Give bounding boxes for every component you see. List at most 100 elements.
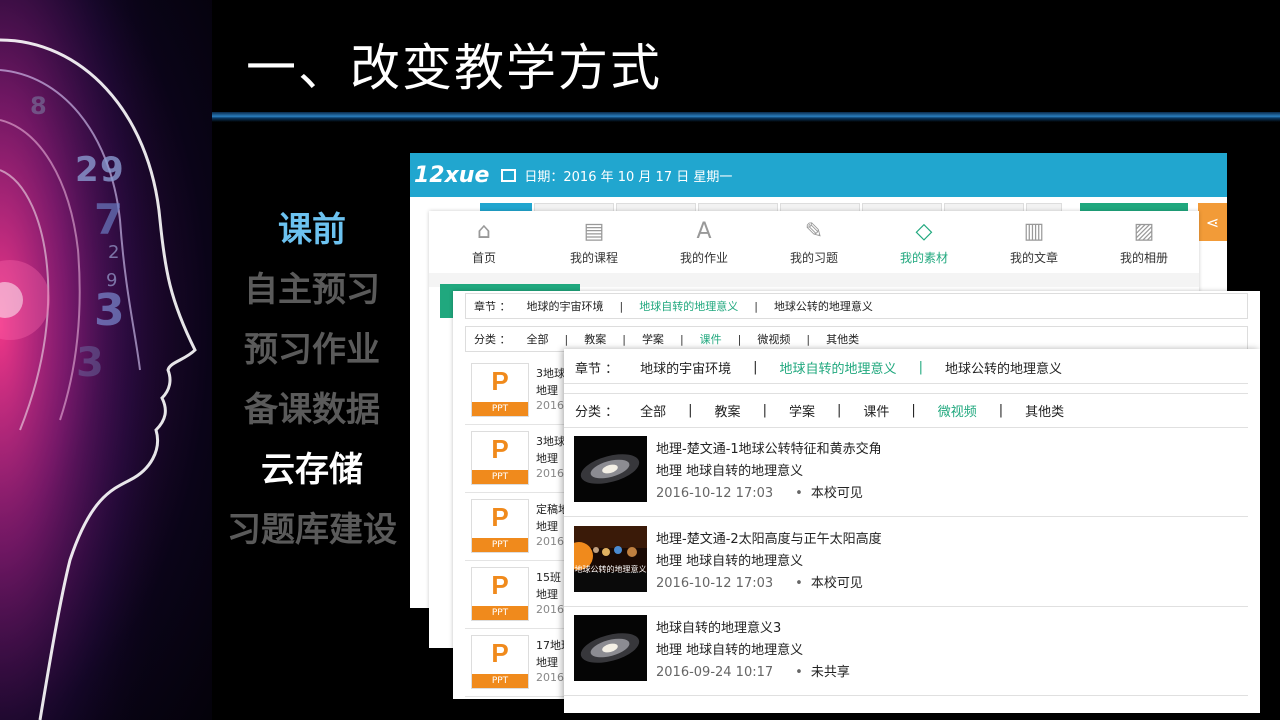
chapter-option-active[interactable]: 地球自转的地理意义	[639, 298, 738, 314]
item-date: 2016	[536, 399, 564, 412]
slide-title: 一、改变教学方式	[246, 39, 662, 97]
ppt-file-icon: P PPT	[471, 567, 529, 621]
video-title[interactable]: 地理-楚文通-2太阳高度与正午太阳高度	[656, 528, 882, 547]
category-option[interactable]: 全部	[527, 331, 549, 347]
separator: |	[998, 402, 1004, 418]
separator: |	[753, 359, 758, 375]
title-divider	[212, 112, 1280, 122]
art-digit: 3	[94, 285, 125, 336]
site-logo[interactable]: 12xue	[414, 163, 489, 188]
album-icon: ▨	[1133, 219, 1155, 244]
share-button[interactable]: ⋖	[1198, 203, 1227, 241]
chapter-option[interactable]: 地球公转的地理意义	[945, 358, 1062, 377]
item-title[interactable]: 3地球	[536, 433, 565, 449]
nav-my-articles[interactable]: ▥ 我的文章	[979, 211, 1089, 273]
video-item[interactable]: 地理-楚文通-1地球公转特征和黄赤交角 地理 地球自转的地理意义 2016-10…	[564, 427, 1248, 517]
category-option-active[interactable]: 微视频	[938, 401, 977, 420]
separator: |	[688, 402, 693, 418]
video-visibility: 未共享	[810, 665, 850, 680]
materials-icon: ◇	[915, 219, 933, 244]
menu-item-preview-homework[interactable]: 预习作业	[212, 320, 412, 380]
ppt-badge: PPT	[472, 538, 528, 552]
item-title[interactable]: 15班	[536, 569, 561, 585]
category-option[interactable]: 全部	[640, 401, 666, 420]
video-item[interactable]: 地球公转的地理意义 地理-楚文通-2太阳高度与正午太阳高度 地理 地球自转的地理…	[564, 517, 1248, 607]
nav-home[interactable]: ⌂ 首页	[429, 211, 539, 273]
video-thumbnail[interactable]	[574, 615, 647, 681]
category-option[interactable]: 其他类	[826, 331, 859, 347]
chapter-filter: 章节 ： 地球的宇宙环境 | 地球自转的地理意义 | 地球公转的地理意义	[564, 350, 1248, 384]
separator-dot: •	[795, 576, 803, 591]
category-option[interactable]: 学案	[642, 331, 664, 347]
main-nav: ⌂ 首页 ▤ 我的课程 A 我的作业 ✎ 我的习题 ◇ 我的素材 ▥ 我的文章 ▨ 我的相册	[429, 211, 1199, 273]
category-option[interactable]: 教案	[584, 331, 606, 347]
video-thumbnail[interactable]: 地球公转的地理意义	[574, 526, 647, 592]
menu-item-self-preview[interactable]: 自主预习	[212, 260, 412, 320]
separator: |	[564, 332, 569, 346]
video-subject: 地理 地球自转的地理意义	[656, 643, 804, 658]
menu-item-pre-class[interactable]: 课前	[212, 200, 412, 260]
menu-item-lesson-data[interactable]: 备课数据	[212, 380, 412, 440]
separator: |	[918, 359, 923, 375]
menu-item-question-bank[interactable]: 习题库建设	[212, 500, 412, 560]
video-visibility: 本校可见	[810, 486, 863, 501]
separator: |	[622, 332, 626, 346]
video-title[interactable]: 地理-楚文通-1地球公转特征和黄赤交角	[656, 438, 882, 457]
slide-menu: 课前 自主预习 预习作业 备课数据 云存储 习题库建设	[212, 200, 412, 560]
video-date: 2016-10-12 17:03	[656, 486, 774, 501]
nav-my-courses[interactable]: ▤ 我的课程	[539, 211, 649, 273]
course-icon: ▤	[583, 219, 605, 244]
chapter-option[interactable]: 地球的宇宙环境	[640, 358, 731, 377]
separator: |	[762, 402, 767, 418]
category-option[interactable]: 教案	[715, 401, 741, 420]
nav-label: 我的文章	[1009, 251, 1058, 265]
nav-my-homework[interactable]: A 我的作业	[649, 211, 759, 273]
nav-label: 我的素材	[899, 251, 948, 265]
separator: |	[619, 299, 624, 313]
video-visibility: 本校可见	[810, 576, 863, 591]
category-label: 分类 ：	[575, 404, 619, 420]
nav-label: 我的习题	[789, 251, 838, 265]
nav-my-materials[interactable]: ◇ 我的素材	[869, 211, 979, 273]
nav-label: 首页	[471, 251, 496, 265]
video-thumbnail[interactable]	[574, 436, 647, 502]
separator: |	[836, 402, 842, 418]
video-meta: 2016-10-12 17:03 • 本校可见	[656, 482, 863, 501]
nav-label: 我的相册	[1119, 251, 1168, 265]
nav-my-album[interactable]: ▨ 我的相册	[1089, 211, 1199, 273]
menu-item-cloud-storage[interactable]: 云存储	[212, 440, 412, 500]
ppt-letter: P	[491, 638, 509, 668]
screenshot-panel-videos: 章节 ： 地球的宇宙环境 | 地球自转的地理意义 | 地球公转的地理意义 分类 …	[564, 349, 1260, 713]
chapter-filter: 章节 ： 地球的宇宙环境 | 地球自转的地理意义 | 地球公转的地理意义	[465, 293, 1248, 319]
item-title[interactable]: 3地球	[536, 365, 565, 381]
chapter-label: 章节 ：	[575, 361, 619, 377]
chapter-option[interactable]: 地球的宇宙环境	[527, 298, 604, 314]
ppt-letter: P	[491, 366, 509, 396]
art-digit: 2	[75, 150, 99, 190]
nav-my-exercises[interactable]: ✎ 我的习题	[759, 211, 869, 273]
ppt-badge: PPT	[472, 470, 528, 484]
category-option[interactable]: 课件	[863, 401, 889, 420]
ppt-file-icon: P PPT	[471, 635, 529, 689]
video-title[interactable]: 地球自转的地理意义3	[656, 617, 781, 636]
home-icon: ⌂	[477, 219, 491, 244]
category-option-active[interactable]: 课件	[700, 331, 722, 347]
separator-dot: •	[795, 486, 803, 501]
chapter-option-active[interactable]: 地球自转的地理意义	[780, 358, 897, 377]
homework-icon: A	[696, 219, 712, 244]
ppt-file-icon: P PPT	[471, 499, 529, 553]
chapter-option[interactable]: 地球公转的地理意义	[774, 298, 873, 314]
art-digit: 8	[30, 92, 47, 120]
category-option[interactable]: 微视频	[757, 331, 790, 347]
separator: |	[679, 332, 684, 346]
category-filter: 分类 ： 全部 | 教案 | 学案 | 课件 | 微视频 | 其他类	[564, 393, 1248, 427]
item-subject: 地理	[536, 588, 558, 601]
separator: |	[911, 402, 916, 418]
separator: |	[737, 332, 742, 346]
separator-dot: •	[795, 665, 803, 680]
video-item[interactable]: 地球自转的地理意义3 地理 地球自转的地理意义 2016-09-24 10:17…	[564, 606, 1248, 696]
category-option[interactable]: 其他类	[1025, 401, 1064, 420]
ppt-file-icon: P PPT	[471, 431, 529, 485]
calendar-icon	[501, 168, 517, 182]
category-option[interactable]: 学案	[789, 401, 815, 420]
